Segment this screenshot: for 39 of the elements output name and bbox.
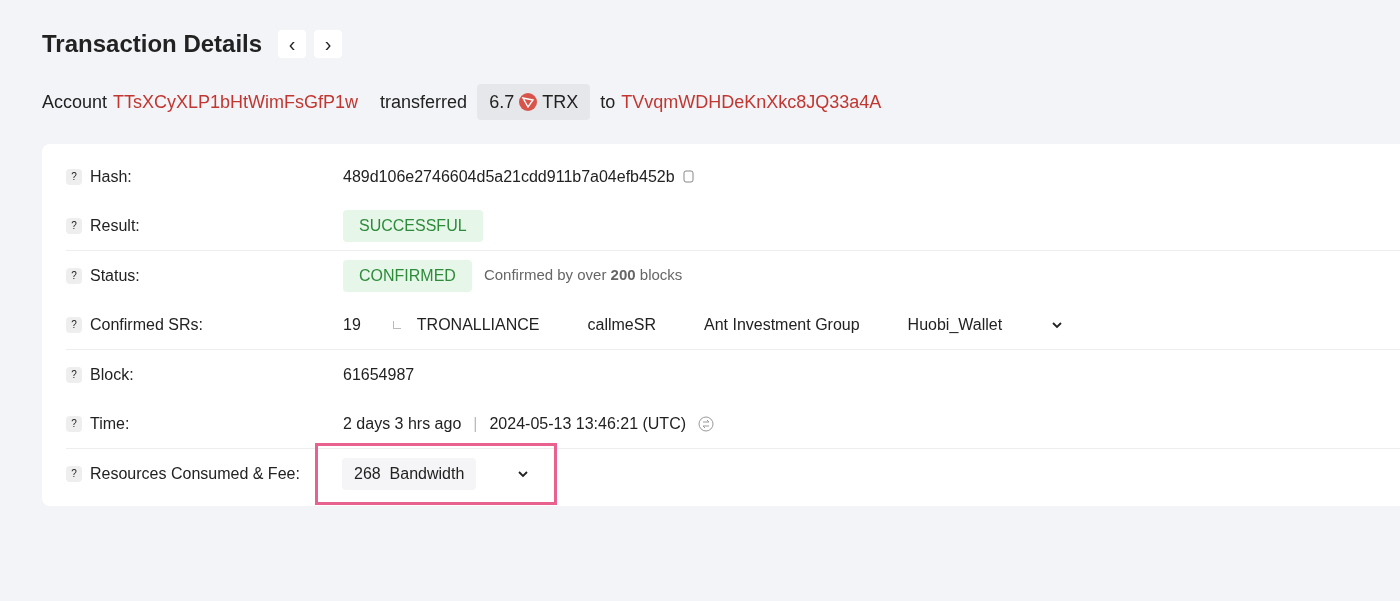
separator: | (473, 413, 478, 434)
amount-chip: 6.7 TRX (477, 84, 591, 120)
row-label: Result: (90, 215, 140, 236)
row-label: Status: (90, 265, 140, 286)
row-value: 489d106e2746604d5a21cdd911b7a04efb452b (343, 166, 675, 187)
next-button[interactable]: › (314, 30, 343, 58)
page-title: Transaction Details (42, 29, 263, 59)
token-icon (518, 92, 539, 112)
row-label: Confirmed SRs: (90, 314, 203, 335)
bandwidth-chip: 268 Bandwidth (342, 457, 477, 490)
sr-link[interactable]: TRONALLIANCE (416, 312, 540, 337)
previous-button[interactable]: ‹ (278, 30, 307, 58)
summary-text: transferred (380, 91, 468, 114)
time-ago: 2 days 3 hrs ago (343, 413, 462, 434)
help-icon[interactable]: ? (66, 465, 82, 482)
help-icon[interactable]: ? (66, 217, 82, 234)
row-label: Time: (90, 413, 130, 434)
sr-count: 19 (343, 314, 361, 335)
help-icon[interactable]: ? (66, 415, 82, 432)
row-value: 61654987 (343, 364, 415, 385)
account-link[interactable]: TTsXCyXLP1bHtWimFsGfP1w (113, 88, 359, 116)
row-label: Resources Consumed & Fee: (90, 463, 300, 484)
row-label: Block: (90, 364, 134, 385)
help-icon[interactable]: ? (66, 267, 82, 284)
timestamp: 2024-05-13 13:46:21 (UTC) (489, 413, 686, 434)
help-icon[interactable]: ? (66, 366, 82, 383)
sr-link[interactable]: Huobi_Wallet (907, 312, 1003, 337)
help-icon[interactable]: ? (66, 168, 82, 185)
summary-text: to (600, 91, 616, 114)
status-badge: CONFIRMED (343, 259, 472, 292)
sr-link[interactable]: Ant Investment Group (703, 312, 860, 337)
row-label: Hash: (90, 166, 132, 187)
status-badge: SUCCESSFUL (343, 209, 483, 242)
sr-link[interactable]: callmeSR (587, 312, 656, 337)
account-link[interactable]: TVvqmWDHDeKnXkc8JQ33a4A (621, 88, 882, 116)
corner-icon (392, 320, 401, 329)
summary-text: Account (42, 91, 108, 114)
help-icon[interactable]: ? (66, 316, 82, 333)
confirmation-note: Confirmed by over 200 blocks (483, 265, 683, 286)
